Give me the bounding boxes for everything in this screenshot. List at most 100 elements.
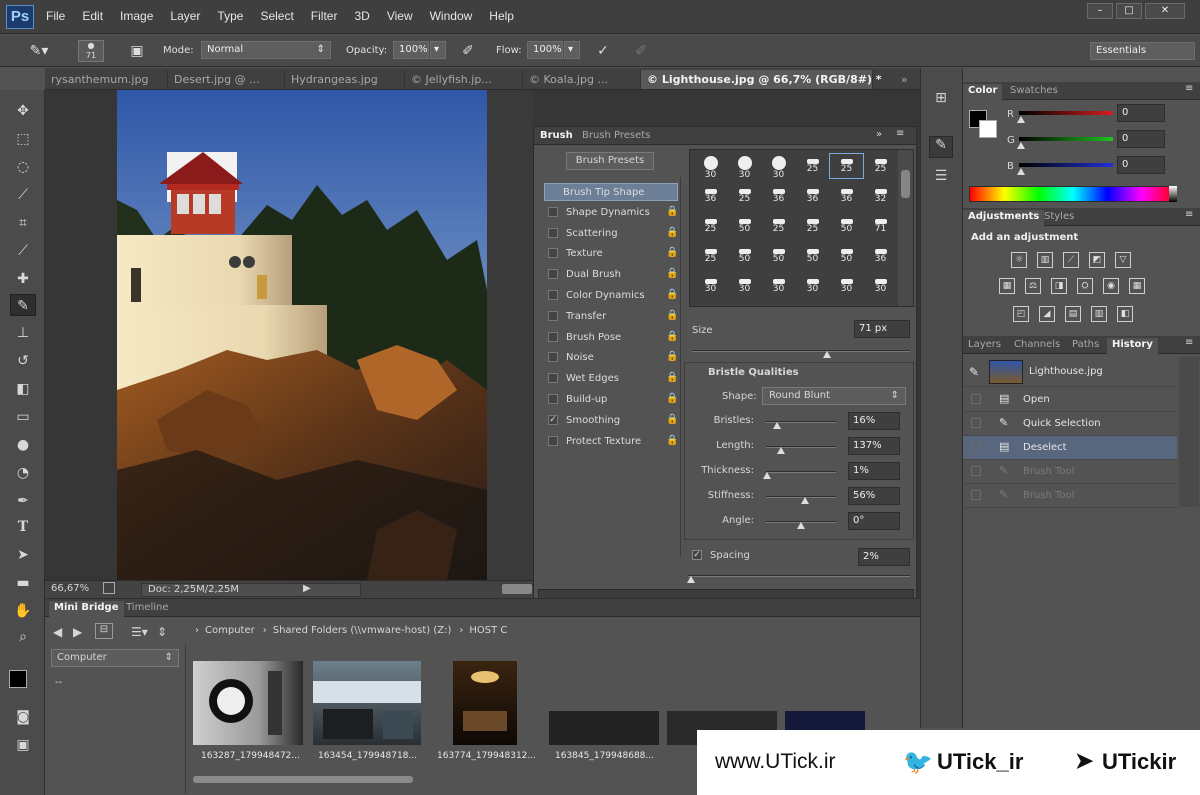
history-scrollbar[interactable] (1179, 357, 1199, 507)
tab-channels[interactable]: Channels (1009, 338, 1065, 354)
lock-icon[interactable]: 🔒 (666, 393, 678, 404)
history-state[interactable]: ✎ Brush Tool (963, 460, 1177, 484)
move-tool-icon[interactable]: ✥ (10, 100, 36, 122)
color-spectrum[interactable] (969, 186, 1177, 202)
brush-tip-preset[interactable]: 36 (762, 184, 795, 208)
lock-icon[interactable]: 🔒 (666, 268, 678, 279)
menu-help[interactable]: Help (489, 9, 514, 23)
history-panel-menu-icon[interactable]: ≡ (1185, 337, 1193, 348)
bristle-slider-thumb[interactable] (801, 497, 810, 504)
brush-option-checkbox[interactable] (548, 435, 558, 446)
history-state[interactable]: ✎ Brush Tool (963, 484, 1177, 508)
eyedropper-tool-icon[interactable]: ⟋ (10, 240, 36, 262)
history-snapshot[interactable]: ✎ Lighthouse.jpg (963, 357, 1177, 387)
spacing-slider-track[interactable] (688, 575, 910, 577)
brush-tip-preset[interactable]: 50 (830, 214, 863, 238)
exposure-icon[interactable]: ◩ (1089, 252, 1105, 268)
close-button[interactable]: ✕ (1145, 3, 1185, 19)
lock-icon[interactable]: 🔒 (666, 247, 678, 258)
brush-option-checkbox[interactable] (548, 290, 558, 300)
levels-icon[interactable]: ▥ (1037, 252, 1053, 268)
history-brush-tool-icon[interactable]: ↺ (10, 350, 36, 372)
brush-option-brush-tip-shape[interactable]: Brush Tip Shape (544, 183, 678, 201)
color-lookup-icon[interactable]: ▦ (1129, 278, 1145, 294)
brush-option-shape-dynamics[interactable]: Shape Dynamics 🔒 (544, 204, 678, 222)
grid-scrollbar[interactable] (898, 150, 913, 306)
brush-option-checkbox[interactable] (548, 352, 558, 363)
brush-tip-preset[interactable]: 25 (728, 184, 761, 208)
tab-desert[interactable]: Desert.jpg @ ... (168, 70, 285, 89)
lock-icon[interactable]: 🔒 (666, 331, 678, 342)
bristle-slider-thumb[interactable] (777, 447, 786, 454)
lock-icon[interactable]: 🔒 (666, 310, 678, 321)
brush-tip-preset[interactable]: 30 (694, 274, 727, 298)
breadcrumb-shared-folders[interactable]: Shared Folders (\\vmware-host) (Z:) (273, 625, 452, 641)
thumbnail-2[interactable] (313, 661, 421, 745)
history-source-checkbox[interactable] (971, 418, 981, 428)
menu-window[interactable]: Window (430, 9, 473, 23)
adjustments-panel-menu-icon[interactable]: ≡ (1185, 209, 1193, 220)
menu-layer[interactable]: Layer (170, 9, 200, 23)
tab-layers[interactable]: Layers (963, 338, 1006, 354)
mode-select[interactable]: Normal ⇕ (201, 41, 331, 59)
spacing-slider-thumb[interactable] (687, 576, 695, 583)
thumbnail-1[interactable] (193, 661, 303, 745)
menu-3d[interactable]: 3D (354, 9, 369, 23)
opacity-dropdown[interactable]: ▾ (430, 41, 446, 59)
menu-filter[interactable]: Filter (311, 9, 338, 23)
history-panel-icon[interactable]: ⊞ (929, 90, 953, 112)
quick-mask-icon[interactable]: ◙ (10, 706, 36, 728)
quick-selection-tool-icon[interactable]: ⟋ (10, 184, 36, 206)
menu-file[interactable]: File (46, 9, 65, 23)
bristle-value-input[interactable]: 0° (848, 512, 900, 530)
brush-tip-preset[interactable]: 30 (864, 274, 897, 298)
brush-option-build-up[interactable]: Build-up 🔒 (544, 391, 678, 409)
brush-tip-preset[interactable]: 30 (728, 154, 761, 180)
history-source-checkbox[interactable] (971, 442, 981, 452)
forward-arrow-icon[interactable]: ▶ (73, 625, 82, 639)
brush-tip-preset[interactable]: 30 (796, 274, 829, 298)
lock-icon[interactable]: 🔒 (666, 435, 678, 446)
status-icon[interactable] (103, 582, 115, 594)
brush-tip-preset[interactable]: 50 (728, 244, 761, 268)
tab-swatches[interactable]: Swatches (1005, 84, 1063, 100)
brush-tip-preset[interactable]: 36 (830, 184, 863, 208)
history-source-checkbox[interactable] (971, 466, 981, 476)
foreground-color-swatch[interactable] (9, 670, 27, 688)
brush-tip-preset[interactable]: 25 (796, 214, 829, 238)
brush-option-color-dynamics[interactable]: Color Dynamics 🔒 (544, 287, 678, 305)
menu-type[interactable]: Type (217, 9, 243, 23)
brush-panel-icon[interactable]: ✎ (929, 136, 953, 158)
type-tool-icon[interactable]: T (10, 516, 36, 538)
blur-tool-icon[interactable]: ● (10, 434, 36, 456)
flow-input[interactable]: 100% (527, 41, 563, 59)
color-background-swatch[interactable] (979, 120, 997, 138)
bristle-slider-thumb[interactable] (762, 472, 771, 479)
brush-tip-preset[interactable]: 50 (728, 214, 761, 238)
lock-icon[interactable]: 🔒 (666, 206, 678, 217)
channel-mixer-icon[interactable]: ◉ (1103, 278, 1119, 294)
folder-tree-item[interactable]: -- (55, 677, 62, 688)
channel-value-input[interactable]: 0 (1117, 130, 1165, 148)
tab-color[interactable]: Color (963, 84, 1003, 100)
history-state[interactable]: ▤ Deselect (963, 436, 1177, 460)
hue-saturation-icon[interactable]: ▦ (999, 278, 1015, 294)
tab-brush-presets[interactable]: Brush Presets (582, 130, 650, 141)
tab-brush[interactable]: Brush (540, 130, 573, 141)
channel-slider[interactable] (1019, 137, 1113, 141)
back-arrow-icon[interactable]: ◀ (53, 625, 62, 639)
channel-slider-thumb[interactable] (1017, 168, 1025, 175)
brush-option-dual-brush[interactable]: Dual Brush 🔒 (544, 266, 678, 284)
opacity-input[interactable]: 100% (393, 41, 429, 59)
status-menu-arrow-icon[interactable]: ▶ (303, 583, 311, 594)
brush-tip-preset[interactable]: 25 (694, 244, 727, 268)
bristle-value-input[interactable]: 16% (848, 412, 900, 430)
lock-icon[interactable]: 🔒 (666, 351, 678, 362)
location-select[interactable]: Computer ⇕ (51, 649, 179, 667)
brush-tip-preset[interactable]: 25 (829, 153, 864, 179)
tab-mini-bridge[interactable]: Mini Bridge (49, 601, 124, 617)
brush-tip-preset[interactable]: 25 (864, 154, 897, 178)
tab-paths[interactable]: Paths (1067, 338, 1104, 354)
lock-icon[interactable]: 🔒 (666, 227, 678, 238)
shape-select[interactable]: Round Blunt ⇕ (762, 387, 906, 405)
